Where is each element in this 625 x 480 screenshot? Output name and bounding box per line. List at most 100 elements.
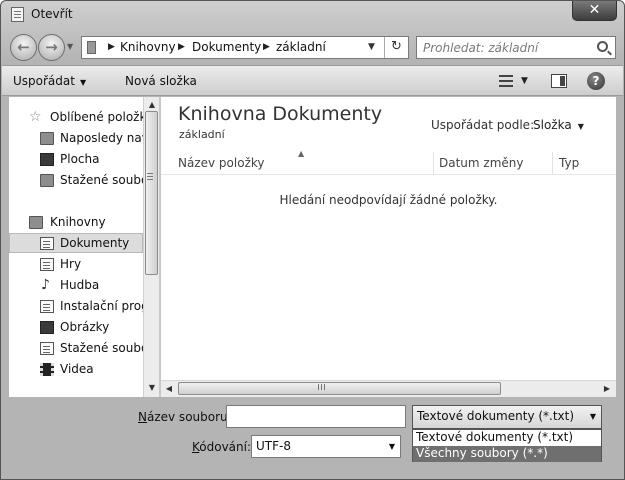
- games-icon: [40, 258, 54, 271]
- sidebar-item-pictures[interactable]: Obrázky: [9, 318, 143, 338]
- sidebar-item-recent-places[interactable]: Naposledy navštívené: [9, 129, 143, 149]
- search-input[interactable]: [423, 39, 591, 56]
- search-icon[interactable]: [597, 41, 608, 52]
- file-type-option[interactable]: Textové dokumenty (*.txt): [413, 430, 601, 446]
- preview-pane-icon[interactable]: [551, 74, 567, 88]
- scroll-left-icon[interactable]: ◀: [161, 381, 177, 397]
- documents-icon: [40, 237, 54, 250]
- help-button[interactable]: ?: [587, 72, 605, 90]
- command-toolbar: Uspořádat ▼ Nová složka ▼ ?: [2, 65, 623, 96]
- sidebar-item-label: Stažené soubory: [60, 341, 143, 355]
- breadcrumb-chevron-icon[interactable]: ▶: [178, 42, 185, 52]
- notepad-icon: [11, 7, 24, 22]
- organize-button[interactable]: Uspořádat ▼: [13, 74, 86, 88]
- installers-icon: [40, 300, 54, 313]
- sidebar-item-label: Videa: [60, 362, 94, 376]
- breadcrumb-libraries[interactable]: Knihovny: [120, 40, 176, 54]
- library-title: Knihovna Dokumenty: [178, 103, 383, 125]
- music-icon: ♪: [41, 277, 50, 293]
- arrange-by-label: Uspořádat podle:: [431, 118, 535, 132]
- sidebar-item-libraries[interactable]: Knihovny: [9, 213, 143, 233]
- column-divider[interactable]: [433, 152, 434, 175]
- folder-icon: [87, 41, 96, 54]
- sidebar-item-label: Naposledy navštívené: [60, 131, 143, 145]
- sidebar-item-desktop[interactable]: Plocha: [9, 150, 143, 170]
- navigation-pane[interactable]: ☆ Oblíbené položky Naposledy navštívené …: [9, 97, 159, 397]
- videos-icon: [40, 363, 54, 376]
- open-file-dialog: Otevřít ✕ ← → ▼ ▶ Knihovny ▶ Dokumenty ▶…: [0, 0, 625, 480]
- filename-input[interactable]: [227, 406, 405, 427]
- chevron-down-icon: ▼: [388, 442, 395, 451]
- back-button[interactable]: ←: [10, 34, 37, 61]
- window-title: Otevřít: [31, 7, 73, 21]
- address-dropdown-icon[interactable]: ▼: [368, 42, 375, 52]
- refresh-button[interactable]: ↻: [384, 37, 408, 58]
- column-header-date-modified[interactable]: Datum změny: [439, 156, 549, 170]
- downloads-icon: [40, 342, 54, 355]
- empty-results-message: Hledání neodpovídají žádné položky.: [279, 193, 498, 207]
- column-header-row: ▲ Název položky Datum změny Typ: [161, 149, 616, 175]
- scroll-right-icon[interactable]: ▶: [599, 381, 615, 397]
- close-button[interactable]: ✕: [572, 1, 617, 21]
- encoding-label: Kódování:: [192, 440, 252, 454]
- forward-button[interactable]: →: [38, 34, 65, 61]
- file-type-dropdown-list[interactable]: Textové dokumenty (*.txt) Všechny soubor…: [412, 429, 602, 462]
- downloads-icon: [40, 174, 54, 187]
- sidebar-item-label: Knihovny: [50, 215, 106, 229]
- search-box[interactable]: [416, 36, 616, 59]
- scrollbar-grip-icon: [147, 173, 153, 180]
- chevron-down-icon: ▼: [577, 122, 584, 131]
- column-divider[interactable]: [552, 152, 553, 175]
- sidebar-item-favorites[interactable]: ☆ Oblíbené položky: [9, 108, 143, 128]
- sidebar-item-label: Plocha: [60, 152, 100, 166]
- file-list-horizontal-scrollbar[interactable]: ◀ ▶: [161, 380, 616, 397]
- sidebar-item-label: Oblíbené položky: [50, 110, 143, 124]
- scrollbar-thumb[interactable]: [178, 382, 501, 395]
- view-options-chevron-icon[interactable]: ▼: [521, 76, 528, 86]
- pictures-icon: [40, 321, 54, 334]
- sidebar-item-music[interactable]: ♪ Hudba: [9, 276, 143, 296]
- encoding-select[interactable]: UTF-8 ▼: [251, 435, 401, 458]
- sidebar-item-label: Hudba: [60, 278, 100, 292]
- breadcrumb-documents[interactable]: Dokumenty: [192, 40, 261, 54]
- filename-label: Název souboru:: [138, 410, 232, 424]
- sidebar-item-label: Hry: [60, 257, 82, 271]
- organize-label: Uspořádat: [13, 74, 75, 88]
- column-header-name[interactable]: Název položky: [178, 156, 428, 170]
- new-folder-button[interactable]: Nová složka: [125, 74, 197, 88]
- sidebar-item-label: Obrázky: [60, 320, 110, 334]
- change-view-icon[interactable]: [499, 75, 513, 87]
- navigation-vertical-scrollbar[interactable]: ▲ ▼: [143, 97, 159, 397]
- column-header-type[interactable]: Typ: [559, 156, 609, 170]
- scrollbar-grip-icon: [318, 384, 325, 390]
- recent-places-icon: [40, 132, 54, 145]
- file-type-selected-value: Textové dokumenty (*.txt): [417, 409, 575, 423]
- address-bar[interactable]: ▶ Knihovny ▶ Dokumenty ▶ základní ▼ ↻: [81, 36, 409, 59]
- star-icon: ☆: [29, 109, 42, 125]
- sidebar-item-videos[interactable]: Videa: [9, 360, 143, 380]
- recent-locations-chevron-icon[interactable]: ▼: [67, 42, 73, 51]
- desktop-icon: [40, 153, 54, 166]
- sidebar-item-downloads-library[interactable]: Stažené soubory: [9, 339, 143, 359]
- encoding-selected-value: UTF-8: [256, 439, 291, 453]
- sidebar-item-games[interactable]: Hry: [9, 255, 143, 275]
- file-type-select[interactable]: Textové dokumenty (*.txt) ▼: [412, 405, 602, 429]
- sidebar-item-documents[interactable]: Dokumenty: [9, 233, 143, 253]
- breadcrumb-chevron-icon[interactable]: ▶: [108, 42, 115, 52]
- filename-field[interactable]: [226, 405, 406, 428]
- file-list-pane[interactable]: Knihovna Dokumenty základní Uspořádat po…: [161, 97, 616, 397]
- library-subtitle: základní: [179, 128, 225, 141]
- sidebar-item-label: Dokumenty: [60, 236, 130, 250]
- chevron-down-icon: ▼: [589, 412, 596, 421]
- breadcrumb-chevron-icon[interactable]: ▶: [263, 42, 270, 52]
- scroll-down-icon[interactable]: ▼: [144, 380, 160, 396]
- file-type-option[interactable]: Všechny soubory (*.*): [413, 446, 601, 462]
- libraries-icon: [29, 216, 43, 229]
- breadcrumb-current[interactable]: základní: [276, 40, 326, 54]
- sidebar-item-label: Instalační programy: [60, 299, 143, 313]
- sidebar-item-downloads[interactable]: Stažené soubory: [9, 171, 143, 191]
- chevron-down-icon: ▼: [79, 78, 87, 87]
- scrollbar-thumb[interactable]: [145, 111, 158, 275]
- sidebar-item-installers[interactable]: Instalační programy: [9, 297, 143, 317]
- arrange-by-dropdown[interactable]: Složka ▼: [533, 118, 584, 132]
